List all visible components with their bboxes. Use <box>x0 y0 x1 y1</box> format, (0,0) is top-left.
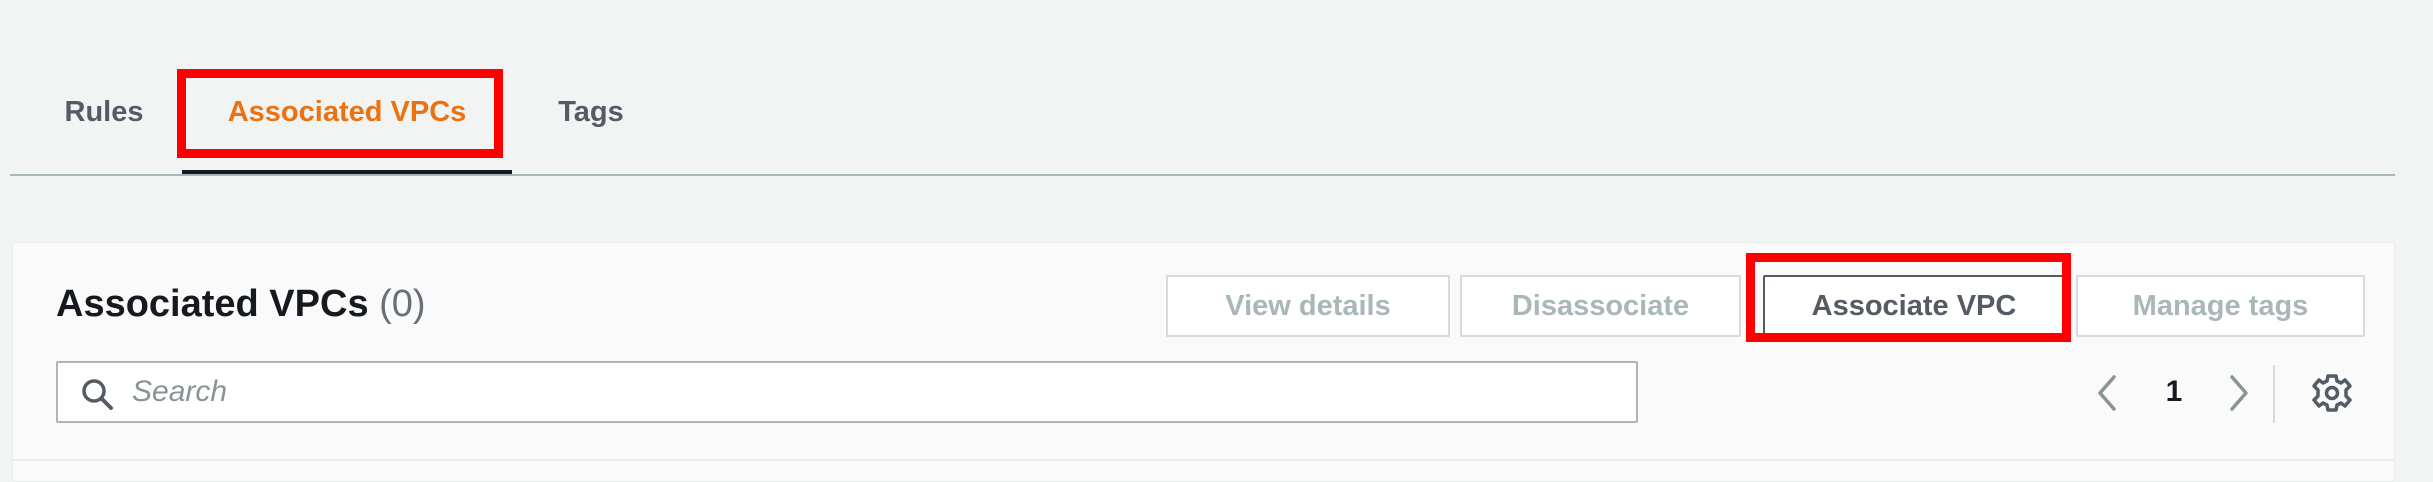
view-details-button[interactable]: View details <box>1166 275 1450 337</box>
tab-bar-divider <box>10 174 2395 176</box>
panel-title: Associated VPCs (0) <box>56 283 426 326</box>
manage-tags-button[interactable]: Manage tags <box>2076 275 2365 337</box>
tab-rules[interactable]: Rules <box>56 92 152 132</box>
panel-count: (0) <box>379 283 426 325</box>
chevron-right-icon[interactable] <box>2219 371 2259 415</box>
search-input[interactable] <box>132 363 1612 421</box>
tab-tags[interactable]: Tags <box>545 92 637 132</box>
associated-vpcs-panel: Associated VPCs (0) View details Disasso… <box>12 242 2395 482</box>
tab-associated-vpcs[interactable]: Associated VPCs <box>182 92 512 132</box>
tab-bar: Rules Associated VPCs Tags <box>10 0 2395 176</box>
panel-title-text: Associated VPCs <box>56 283 369 325</box>
search-icon <box>82 379 113 410</box>
gear-icon[interactable] <box>2310 371 2354 415</box>
pager-divider <box>2273 365 2275 423</box>
chevron-left-icon[interactable] <box>2087 371 2127 415</box>
associate-vpc-button[interactable]: Associate VPC <box>1763 275 2065 337</box>
table-top-border <box>13 459 2394 461</box>
disassociate-button[interactable]: Disassociate <box>1460 275 1741 337</box>
current-page-number[interactable]: 1 <box>2149 369 2199 415</box>
search-field[interactable] <box>56 361 1638 423</box>
